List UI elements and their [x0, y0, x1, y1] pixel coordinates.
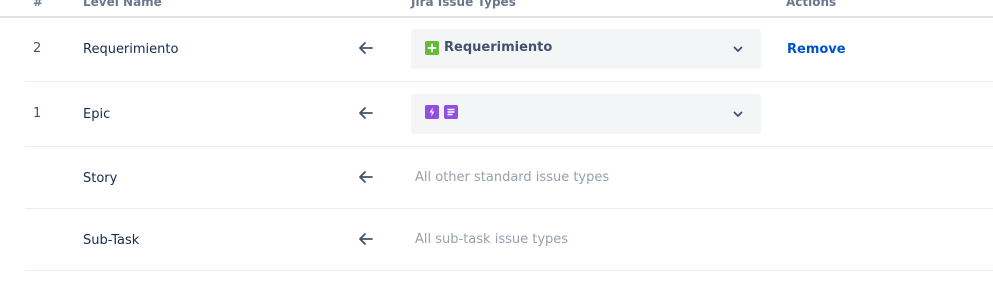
selected-issue-type-label: Requerimiento	[444, 40, 553, 55]
level-name: Story	[83, 171, 118, 186]
header-number: #	[33, 0, 44, 9]
requirement-icon	[425, 40, 439, 55]
chevron-down-icon	[733, 46, 743, 52]
issue-type-select[interactable]: Requerimiento	[411, 29, 761, 69]
issue-types-text: All other standard issue types	[415, 170, 610, 185]
header-issue-types: Jira Issue Types	[411, 0, 516, 9]
level-number: 2	[33, 41, 42, 56]
header-level-name: Level Name	[83, 0, 162, 9]
table-row: 1 Epic	[25, 82, 993, 147]
remove-level-button[interactable]: Remove	[787, 42, 846, 57]
arrow-left-icon	[359, 233, 373, 245]
level-name: Sub-Task	[83, 233, 140, 248]
issue-type-select[interactable]	[411, 94, 761, 134]
level-name: Epic	[83, 107, 111, 122]
table-header: # Level Name Jira Issue Types Actions	[0, 0, 993, 18]
table-row: Story All other standard issue types	[25, 147, 993, 209]
selected-issue-types	[425, 105, 458, 119]
story-doc-icon	[444, 105, 458, 119]
arrow-left-icon	[359, 42, 373, 54]
table-row: Sub-Task All sub-task issue types	[25, 209, 993, 271]
epic-icon	[425, 105, 439, 119]
level-number: 1	[33, 106, 42, 121]
level-name: Requerimiento	[83, 42, 179, 57]
table-row: 2 Requerimiento Requerimiento Remove	[25, 17, 993, 82]
header-actions: Actions	[786, 0, 837, 9]
arrow-left-icon	[359, 171, 373, 183]
issue-type-hierarchy-table: # Level Name Jira Issue Types Actions 2 …	[0, 0, 993, 301]
chevron-down-icon	[733, 111, 743, 117]
issue-types-text: All sub-task issue types	[415, 232, 569, 247]
arrow-left-icon	[359, 107, 373, 119]
selected-issue-types: Requerimiento	[425, 40, 552, 55]
